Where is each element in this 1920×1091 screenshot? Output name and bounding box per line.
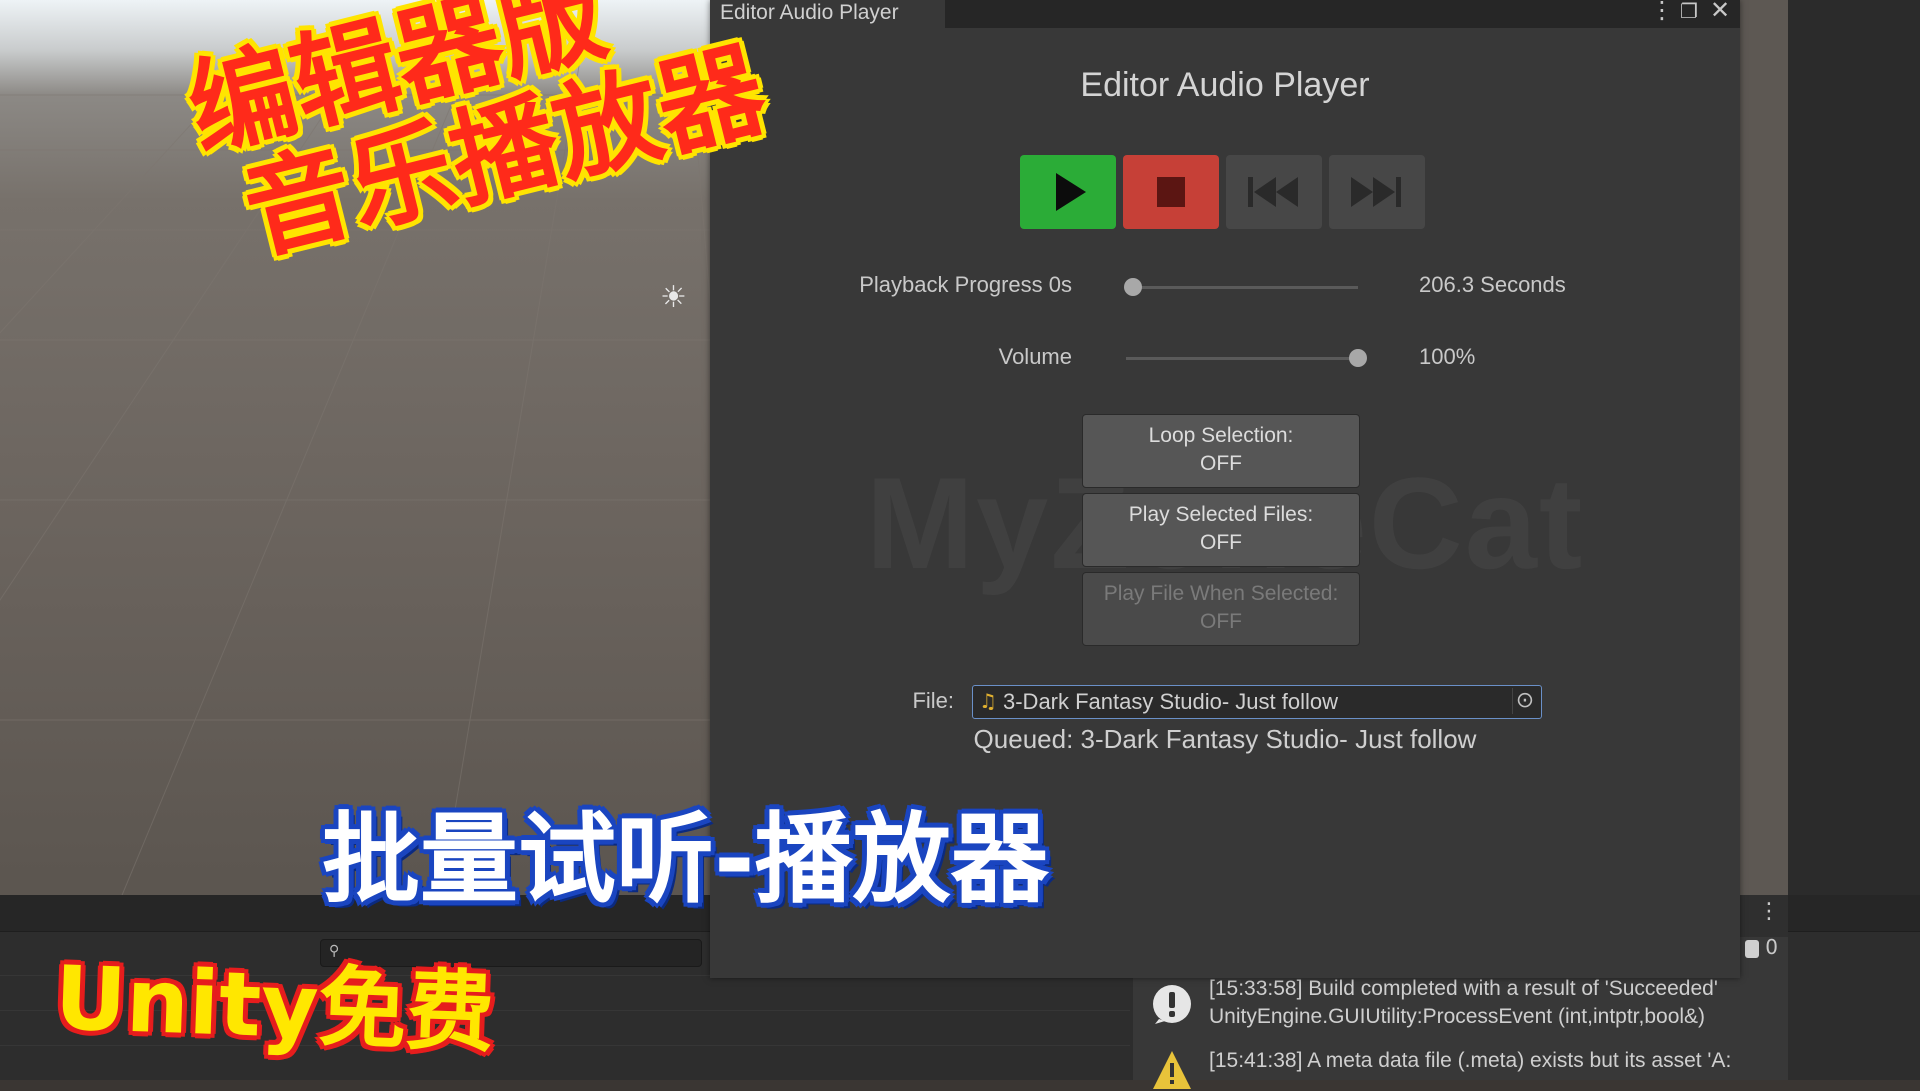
queued-status: Queued: 3-Dark Fantasy Studio- Just foll… bbox=[973, 724, 1477, 754]
volume-value: 100% bbox=[1419, 344, 1476, 369]
console-log-entry[interactable]: [15:41:38] A meta data file (.meta) exis… bbox=[1133, 1047, 1788, 1089]
file-object-field[interactable]: ♫ 3-Dark Fantasy Studio- Just follow ⊙ bbox=[972, 685, 1542, 719]
playback-progress-label: Playback Progress 0s bbox=[859, 272, 1072, 297]
console-error-count[interactable]: 0 bbox=[1744, 935, 1778, 959]
file-label: File: bbox=[912, 688, 954, 713]
audio-clip-icon: ♫ bbox=[979, 689, 997, 713]
volume-slider[interactable] bbox=[1126, 357, 1358, 360]
warning-icon bbox=[1153, 1051, 1191, 1089]
more-menu-icon[interactable]: ⋮ bbox=[1758, 899, 1780, 924]
previous-track-button[interactable] bbox=[1226, 155, 1322, 229]
info-icon bbox=[1153, 985, 1191, 1024]
caption-batch-preview: 批量试听-播放器 bbox=[322, 803, 1049, 917]
log-line: UnityEngine.GUIUtility:ProcessEvent (int… bbox=[1209, 1005, 1706, 1028]
volume-handle[interactable] bbox=[1349, 349, 1367, 367]
playback-duration: 206.3 Seconds bbox=[1419, 272, 1566, 297]
next-track-button[interactable] bbox=[1329, 155, 1425, 229]
info-count-icon bbox=[1744, 939, 1759, 958]
maximize-icon[interactable]: ❐ bbox=[1680, 0, 1698, 23]
button-state: OFF bbox=[1200, 452, 1242, 475]
button-label: Play File When Selected: bbox=[1103, 582, 1339, 605]
play-button[interactable] bbox=[1020, 155, 1116, 229]
window-tab-bar: Editor Audio Player ⋮ ❐ ✕ bbox=[710, 0, 1740, 28]
window-title: Editor Audio Player bbox=[1080, 66, 1370, 104]
button-state: OFF bbox=[1200, 610, 1242, 633]
skip-forward-icon bbox=[1351, 177, 1401, 207]
window-tab-label: Editor Audio Player bbox=[720, 1, 899, 24]
stop-icon bbox=[1157, 177, 1185, 207]
log-line: [15:33:58] Build completed with a result… bbox=[1209, 977, 1718, 1000]
button-label: Play Selected Files: bbox=[1128, 503, 1314, 526]
file-value: 3-Dark Fantasy Studio- Just follow bbox=[1003, 689, 1339, 714]
play-file-when-selected-button[interactable]: Play File When Selected: OFF bbox=[1082, 572, 1360, 646]
object-picker-icon[interactable]: ⊙ bbox=[1512, 688, 1537, 714]
log-line: [15:41:38] A meta data file (.meta) exis… bbox=[1209, 1049, 1732, 1072]
sun-gizmo-icon[interactable]: ☀ bbox=[660, 280, 687, 315]
more-menu-icon[interactable]: ⋮ bbox=[1650, 0, 1674, 24]
stop-button[interactable] bbox=[1123, 155, 1219, 229]
caption-unity-free: Unity免费 bbox=[53, 946, 497, 1065]
playback-progress-handle[interactable] bbox=[1124, 278, 1142, 296]
play-selected-files-button[interactable]: Play Selected Files: OFF bbox=[1082, 493, 1360, 567]
console-log-entry[interactable]: [15:33:58] Build completed with a result… bbox=[1133, 975, 1788, 1045]
volume-label: Volume bbox=[998, 344, 1072, 369]
playback-progress-slider[interactable] bbox=[1126, 286, 1358, 289]
console-count-value: 0 bbox=[1765, 935, 1778, 959]
button-label: Loop Selection: bbox=[1148, 424, 1294, 447]
loop-selection-button[interactable]: Loop Selection: OFF bbox=[1082, 414, 1360, 488]
skip-back-icon bbox=[1248, 177, 1298, 207]
button-state: OFF bbox=[1200, 531, 1242, 554]
play-icon bbox=[1056, 173, 1086, 211]
close-icon[interactable]: ✕ bbox=[1710, 0, 1730, 24]
